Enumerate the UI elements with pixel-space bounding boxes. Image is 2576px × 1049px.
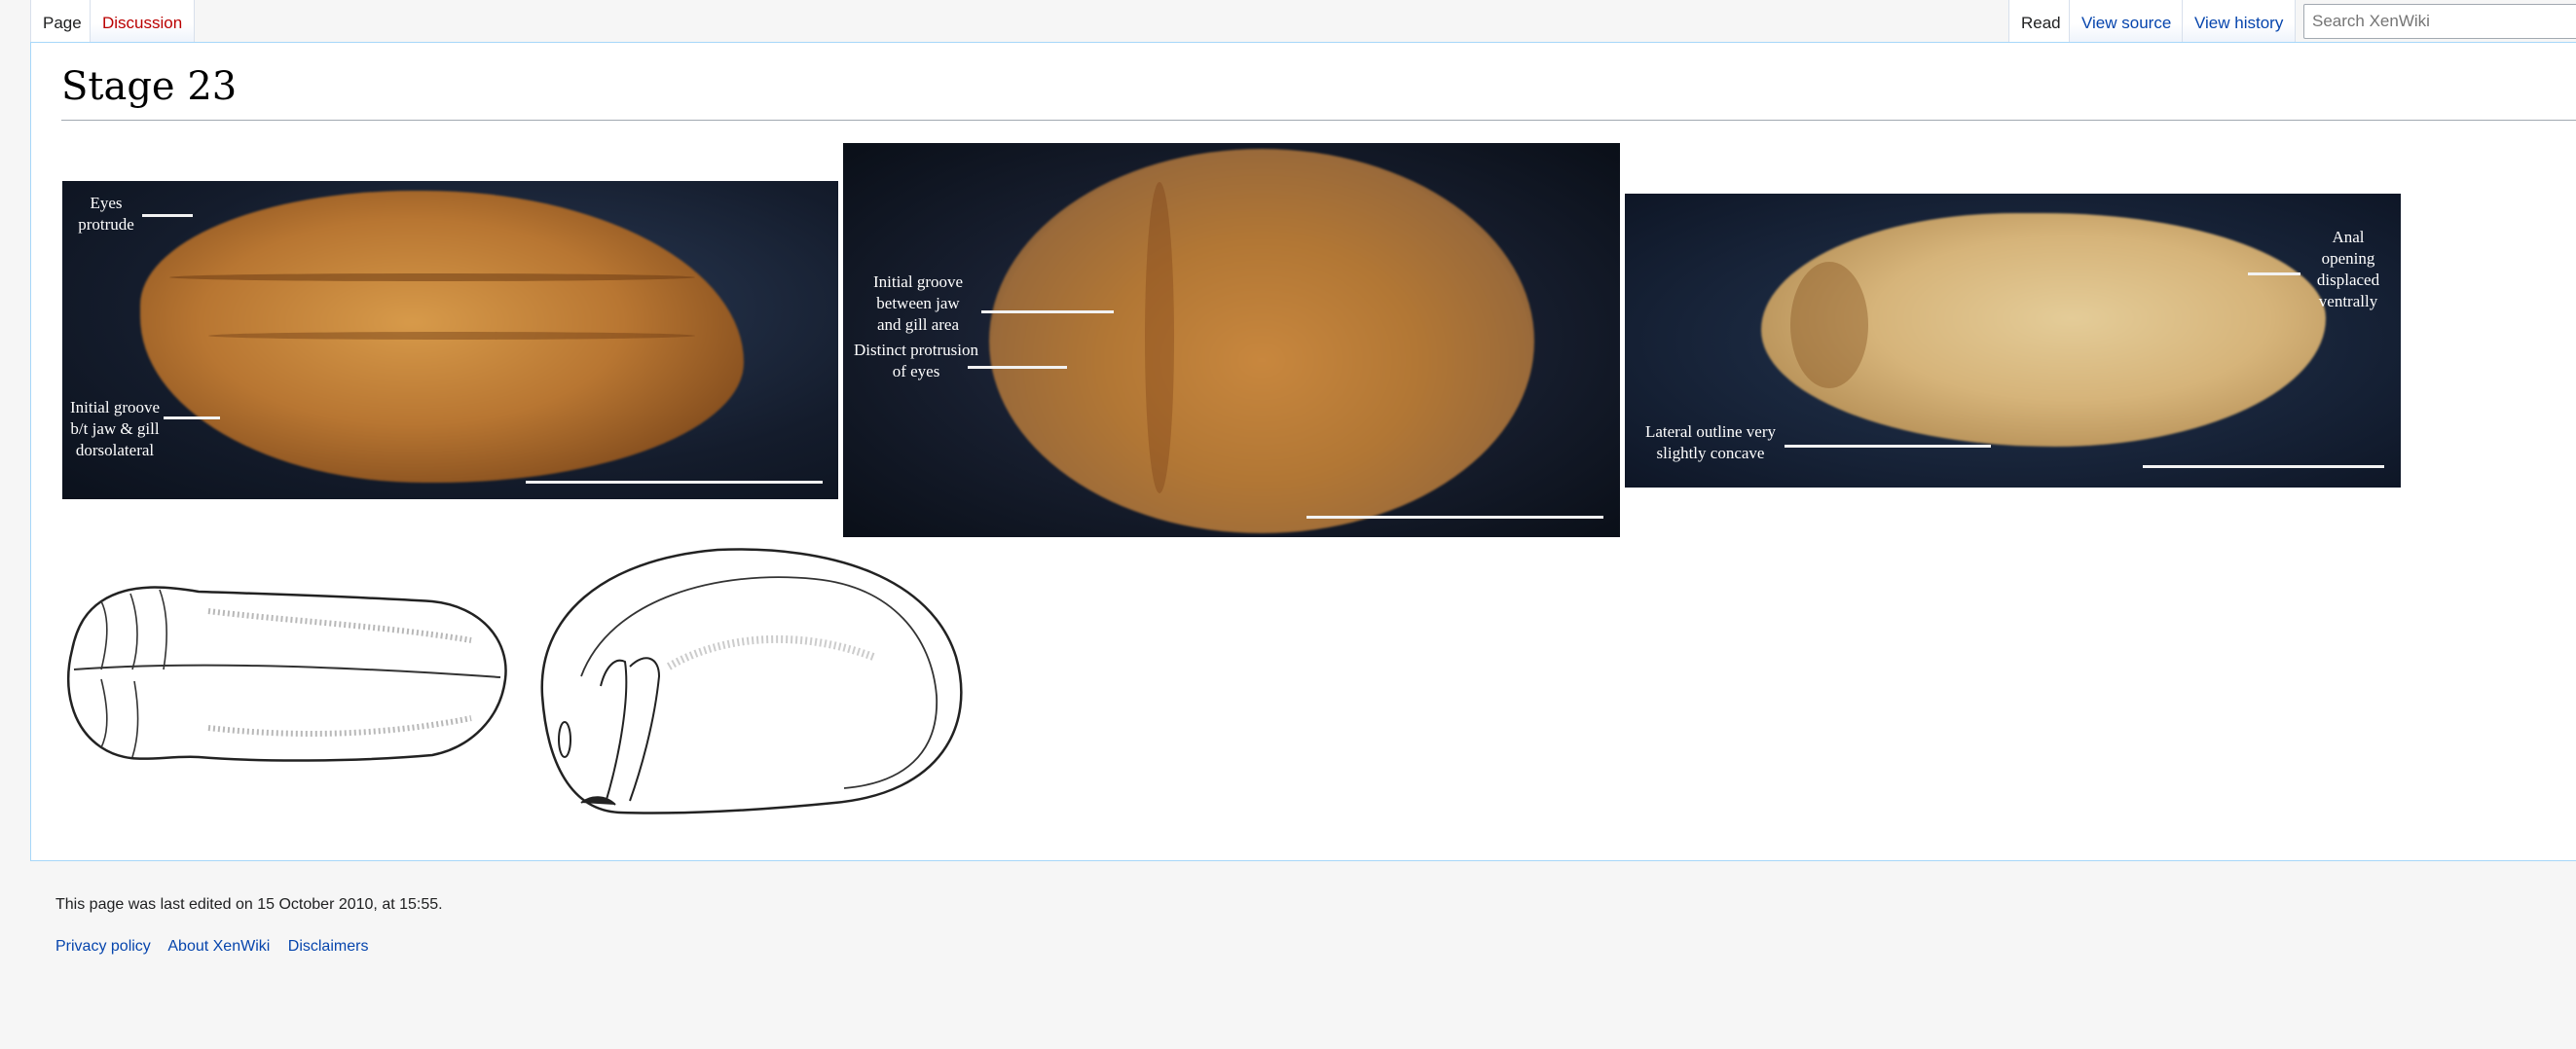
embryo-drawing-lateral	[523, 540, 971, 820]
search-input[interactable]	[2303, 4, 2576, 39]
pointer-line	[142, 214, 193, 217]
label-anal-opening: Anal opening displaced ventrally	[2316, 228, 2380, 310]
label-eyes-protrude: Eyes protrude	[78, 194, 134, 234]
pointer-line	[1785, 445, 1991, 448]
tab-discussion-label: Discussion	[102, 14, 183, 32]
disclaimers-link[interactable]: Disclaimers	[288, 938, 369, 955]
tab-read[interactable]: Read	[2008, 0, 2074, 43]
privacy-policy-link[interactable]: Privacy policy	[55, 938, 151, 955]
embryo-photo-dorsal: Eyes protrude Initial groove b/t jaw & g…	[62, 181, 838, 499]
last-edited-info: This page was last edited on 15 October …	[55, 896, 443, 913]
embryo-head-shadow	[1790, 262, 1868, 388]
embryo-drawing-lateral-svg	[540, 548, 963, 814]
embryo-drawing-dorsal	[62, 572, 515, 786]
label-eye-protrusion: Distinct protrusion of eyes	[854, 341, 978, 380]
label-initial-groove: Initial groove between jaw and gill area	[872, 272, 964, 334]
scale-bar	[2143, 465, 2384, 468]
pointer-line	[164, 416, 220, 419]
pointer-line	[2248, 272, 2300, 275]
tab-page-label: Page	[43, 14, 82, 32]
pointer-line	[981, 310, 1114, 313]
label-initial-groove: Initial groove b/t jaw & gill dorsolater…	[69, 398, 161, 459]
embryo-body	[989, 149, 1534, 533]
tab-discussion[interactable]: Discussion	[90, 0, 196, 43]
embryo-groove	[169, 273, 695, 281]
scale-bar	[1306, 516, 1603, 519]
embryo-photo-lateral: Initial groove between jaw and gill area…	[843, 143, 1620, 537]
pointer-line	[968, 366, 1067, 369]
embryo-photo-ventral: Anal opening displaced ventrally Lateral…	[1625, 194, 2401, 488]
tab-view-history-label: View history	[2194, 14, 2284, 32]
top-navigation: Page Discussion Read View source View hi…	[0, 0, 2576, 43]
embryo-groove	[208, 332, 695, 340]
label-lateral-outline: Lateral outline very slightly concave	[1644, 422, 1777, 462]
tab-view-source[interactable]: View source	[2069, 0, 2185, 43]
scale-bar	[526, 481, 823, 484]
embryo-fold	[1145, 182, 1174, 493]
page-title: Stage 23	[61, 64, 238, 109]
title-divider	[61, 120, 2576, 121]
tab-view-source-label: View source	[2081, 14, 2172, 32]
footer-links: Privacy policy About XenWiki Disclaimers	[55, 938, 382, 956]
tab-page[interactable]: Page	[30, 0, 94, 43]
embryo-drawing-dorsal-svg	[67, 586, 507, 762]
about-link[interactable]: About XenWiki	[167, 938, 270, 955]
tab-view-history[interactable]: View history	[2182, 0, 2297, 43]
tab-read-label: Read	[2021, 14, 2061, 32]
